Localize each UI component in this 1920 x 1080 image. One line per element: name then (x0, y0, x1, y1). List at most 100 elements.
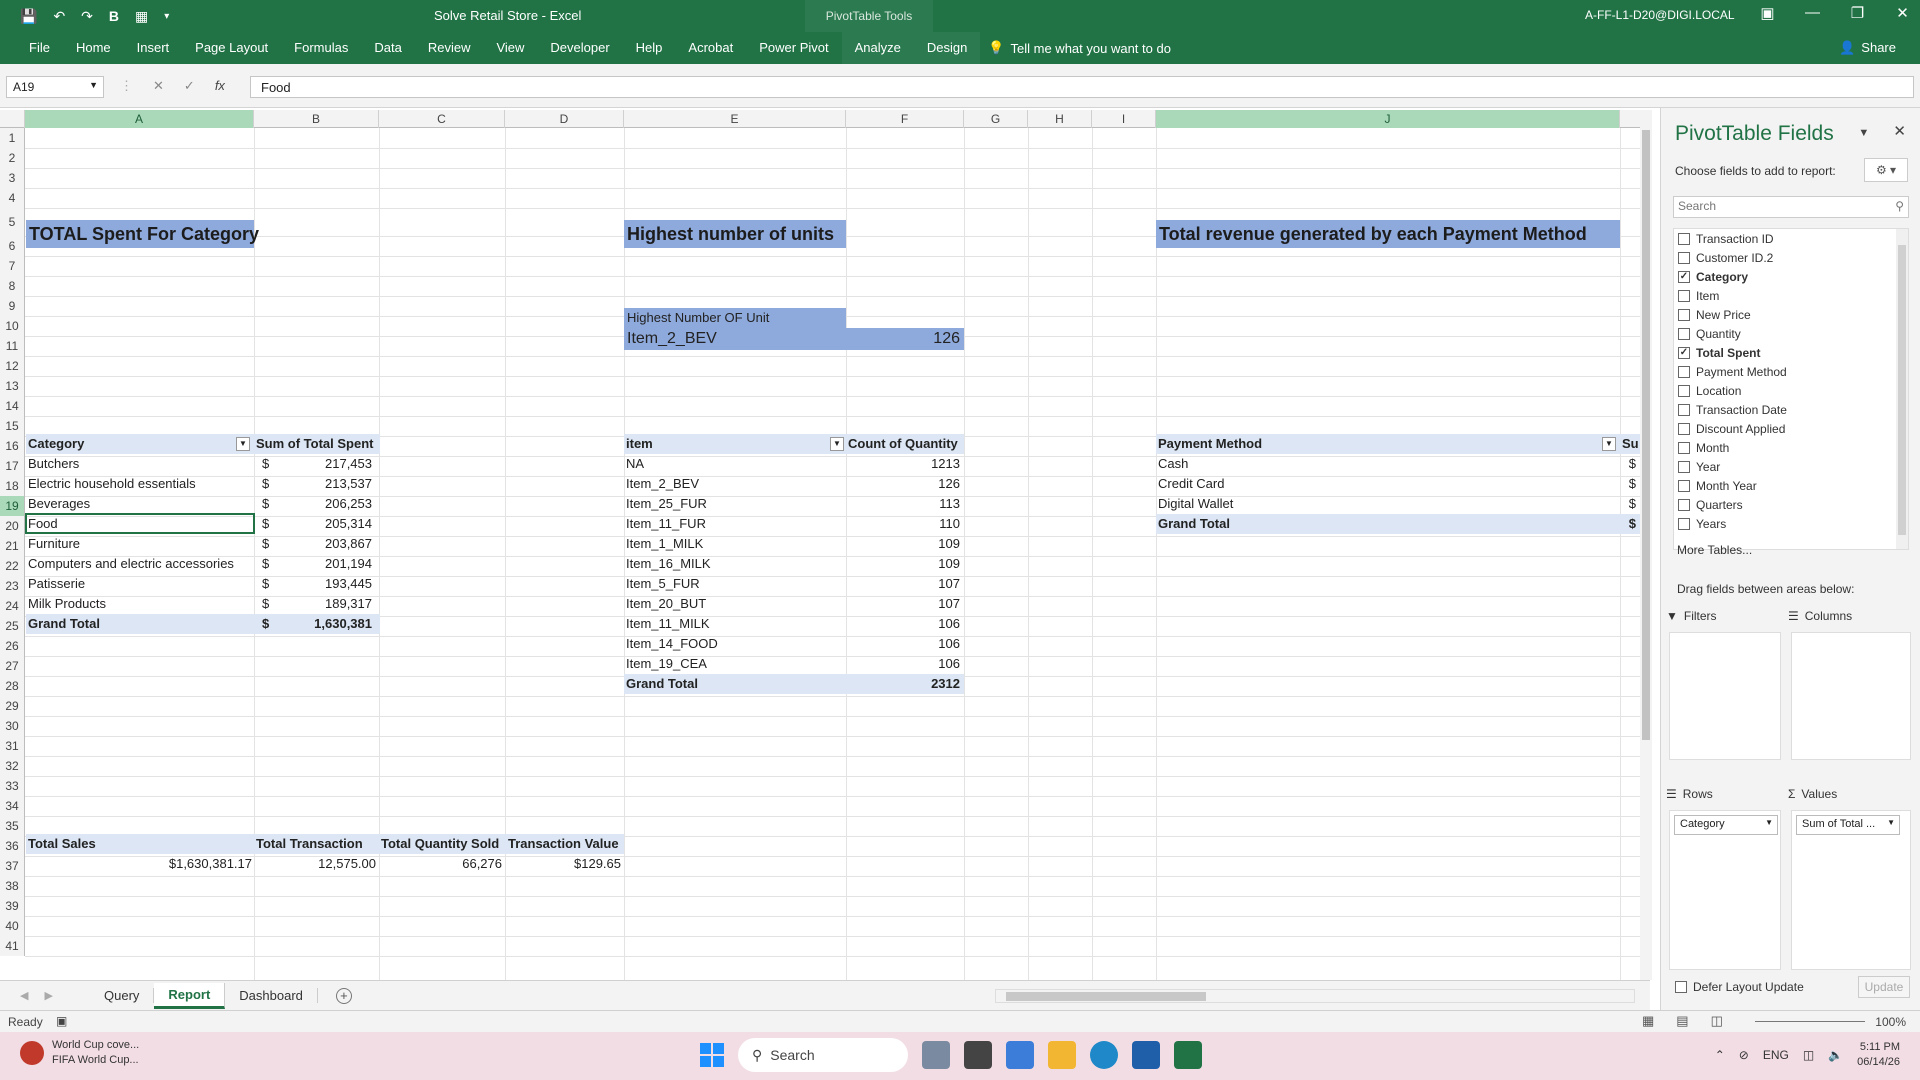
row-header[interactable]: 31 (0, 736, 25, 756)
redo-icon[interactable]: ↷ (81, 8, 93, 25)
field-checkbox[interactable] (1678, 517, 1690, 530)
sheet-tab-query[interactable]: Query (90, 988, 155, 1003)
close-icon[interactable]: ✕ (1893, 123, 1906, 140)
item-row-value[interactable]: 106 (846, 654, 960, 674)
edge-icon[interactable] (1090, 1041, 1118, 1069)
tab-view[interactable]: View (483, 32, 537, 64)
insert-function-icon[interactable]: fx (215, 78, 225, 94)
ribbon-display-icon[interactable]: ▣ (1745, 4, 1790, 22)
select-all-corner[interactable] (0, 110, 25, 128)
tab-acrobat[interactable]: Acrobat (675, 32, 746, 64)
row-header[interactable]: 18 (0, 476, 25, 496)
row-header[interactable]: 17 (0, 456, 25, 476)
item-row-label[interactable]: NA (626, 454, 644, 474)
add-sheet-icon[interactable]: + (335, 987, 352, 1004)
file-explorer-icon[interactable] (1048, 1041, 1076, 1069)
chevron-down-icon[interactable]: ▼ (1887, 818, 1895, 827)
category-row-label[interactable]: Milk Products (28, 594, 106, 614)
sheet-nav-arrows[interactable]: ◀▶ (0, 989, 90, 1002)
windows-start-icon[interactable] (700, 1043, 724, 1067)
field-search-input[interactable]: Search ⚲ (1673, 196, 1909, 218)
field-item[interactable]: ✓ Category (1674, 267, 1908, 286)
store-icon[interactable] (1132, 1041, 1160, 1069)
item-row-value[interactable]: 126 (846, 474, 960, 494)
field-item[interactable]: Item (1674, 286, 1908, 305)
sheet-tab-report[interactable]: Report (154, 982, 226, 1009)
field-checkbox[interactable]: ✓ (1678, 270, 1690, 283)
item-row-label[interactable]: Item_11_MILK (626, 614, 710, 634)
field-checkbox[interactable] (1678, 289, 1690, 302)
row-header[interactable]: 27 (0, 656, 25, 676)
item-row-value[interactable]: 106 (846, 614, 960, 634)
filters-area[interactable]: ▼ Filters (1666, 609, 1781, 760)
teams-icon[interactable] (1006, 1041, 1034, 1069)
vertical-scrollbar[interactable] (1640, 110, 1652, 980)
field-checkbox[interactable]: ✓ (1678, 346, 1690, 359)
row-header[interactable]: 14 (0, 396, 25, 416)
row-header[interactable]: 11 (0, 336, 25, 356)
tab-help[interactable]: Help (623, 32, 676, 64)
item-row-label[interactable]: Item_14_FOOD (626, 634, 718, 654)
field-item[interactable]: Month Year (1674, 476, 1908, 495)
row-header[interactable]: 1 (0, 128, 25, 148)
category-row-value[interactable]: 193,445 (290, 574, 372, 594)
tab-file[interactable]: File (16, 32, 63, 64)
item-row-value[interactable]: 107 (846, 574, 960, 594)
payment-row-label[interactable]: Credit Card (1158, 474, 1224, 494)
item-row-value[interactable]: 113 (846, 494, 960, 514)
chevron-down-icon[interactable]: ▼ (89, 80, 98, 90)
scrollbar-thumb[interactable] (1006, 992, 1206, 1001)
row-header[interactable]: 8 (0, 276, 25, 296)
row-header[interactable]: 38 (0, 876, 25, 896)
speaker-icon[interactable]: 🔈 (1828, 1048, 1843, 1062)
save-icon[interactable]: 💾 (20, 8, 37, 25)
category-row-label[interactable]: Electric household essentials (28, 474, 196, 494)
row-header[interactable]: 35 (0, 816, 25, 836)
news-widget[interactable]: World Cup cove... FIFA World Cup... (20, 1038, 139, 1068)
defer-layout-update[interactable]: Defer Layout Update (1675, 980, 1804, 994)
row-header[interactable]: 16 (0, 436, 25, 456)
payment-row-value[interactable]: $ (1600, 494, 1636, 514)
enter-icon[interactable]: ✓ (184, 78, 195, 94)
category-row-label[interactable]: Computers and electric accessories (28, 554, 234, 574)
filter-dropdown-icon[interactable]: ▼ (830, 437, 844, 451)
row-header[interactable]: 10 (0, 316, 25, 336)
row-header[interactable]: 5 (0, 208, 25, 236)
category-row-label[interactable]: Beverages (28, 494, 90, 514)
tab-home[interactable]: Home (63, 32, 124, 64)
category-row-value[interactable]: 205,314 (290, 514, 372, 534)
field-item[interactable]: Quantity (1674, 324, 1908, 343)
field-item[interactable]: Transaction ID (1674, 229, 1908, 248)
network-icon[interactable]: ⊘ (1739, 1048, 1749, 1062)
field-item[interactable]: New Price (1674, 305, 1908, 324)
category-row-label[interactable]: Butchers (28, 454, 79, 474)
payment-row-label[interactable]: Digital Wallet (1158, 494, 1233, 514)
item-row-value[interactable]: 1213 (846, 454, 960, 474)
bold-icon[interactable]: B (109, 8, 119, 24)
field-checkbox[interactable] (1678, 441, 1690, 454)
row-header[interactable]: 23 (0, 576, 25, 596)
field-item[interactable]: ✓ Total Spent (1674, 343, 1908, 362)
update-button[interactable]: Update (1858, 976, 1910, 998)
row-header[interactable]: 24 (0, 596, 25, 616)
payment-row-label[interactable]: Cash (1158, 454, 1188, 474)
page-layout-view-icon[interactable]: ▤ (1676, 1013, 1688, 1029)
macro-record-icon[interactable]: ▣ (56, 1014, 67, 1028)
field-item[interactable]: Customer ID.2 (1674, 248, 1908, 267)
item-row-value[interactable]: 109 (846, 534, 960, 554)
chevron-down-icon[interactable]: ▼ (1765, 818, 1773, 827)
row-header[interactable]: 2 (0, 148, 25, 168)
row-header[interactable]: 22 (0, 556, 25, 576)
item-row-value[interactable]: 107 (846, 594, 960, 614)
row-header[interactable]: 21 (0, 536, 25, 556)
item-row-value[interactable]: 109 (846, 554, 960, 574)
column-header-b[interactable]: B (254, 110, 379, 128)
widgets-icon[interactable] (964, 1041, 992, 1069)
tab-developer[interactable]: Developer (537, 32, 622, 64)
row-header[interactable]: 29 (0, 696, 25, 716)
display-icon[interactable]: ◫ (1803, 1048, 1814, 1062)
form-icon[interactable]: ▦ (135, 8, 148, 25)
excel-icon[interactable] (1174, 1041, 1202, 1069)
row-header[interactable]: 40 (0, 916, 25, 936)
payment-row-value[interactable]: $ (1600, 474, 1636, 494)
